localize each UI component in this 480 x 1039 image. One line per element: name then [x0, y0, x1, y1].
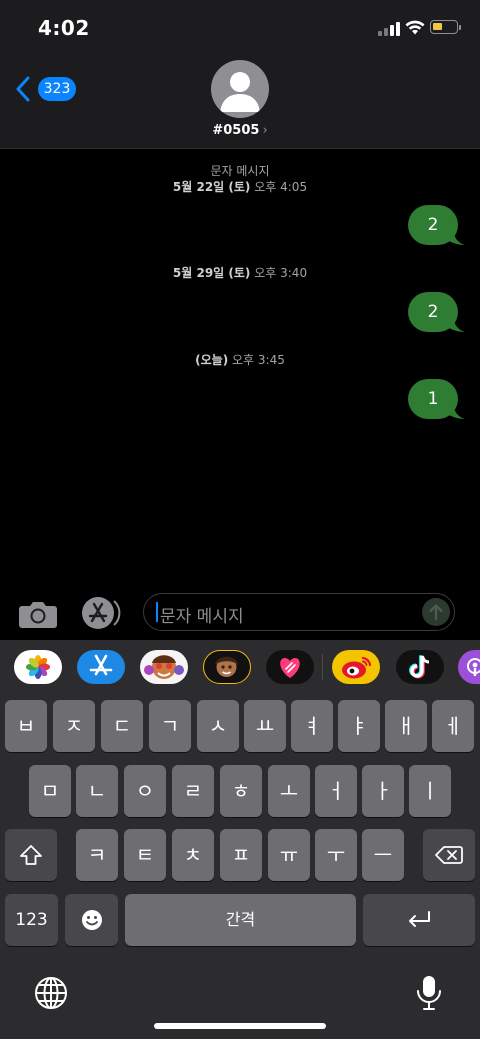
message-input-placeholder: 문자 메시지 [160, 607, 244, 627]
key-row3-7[interactable]: ㅡ [362, 829, 404, 881]
key-row2-8[interactable]: ㅏ [362, 765, 404, 817]
key-row2-5[interactable]: ㅎ [220, 765, 262, 817]
key-row2-2[interactable]: ㄴ [76, 765, 118, 817]
globe-icon[interactable] [34, 976, 68, 1010]
contact-name[interactable]: #0505 › [0, 123, 480, 138]
delete-key[interactable] [423, 829, 475, 881]
key-row1-3[interactable]: ㄷ [101, 700, 143, 752]
key-row1-1[interactable]: ㅂ [5, 700, 47, 752]
status-time: 4:02 [38, 16, 90, 40]
key-row1-6[interactable]: ㅛ [244, 700, 286, 752]
podcasts-icon[interactable] [458, 650, 480, 684]
memoji-stickers-icon[interactable] [140, 650, 188, 684]
key-row2-3[interactable]: ㅇ [124, 765, 166, 817]
contact-avatar[interactable] [211, 60, 269, 118]
status-bar: 4:02 [0, 0, 480, 56]
timestamp: 5월 29일 (토) 오후 3:40 [172, 266, 308, 280]
key-row3-5[interactable]: ㅠ [268, 829, 310, 881]
key-row1-4[interactable]: ㄱ [149, 700, 191, 752]
key-row3-4[interactable]: ㅍ [220, 829, 262, 881]
cellular-signal-icon [378, 20, 400, 36]
unread-count-badge: 323 [38, 77, 76, 101]
key-row2-4[interactable]: ㄹ [172, 765, 214, 817]
key-row1-8[interactable]: ㅑ [338, 700, 380, 752]
text-caret [156, 602, 158, 622]
key-row3-1[interactable]: ㅋ [76, 829, 118, 881]
memoji-icon[interactable] [203, 650, 251, 684]
photos-icon[interactable] [14, 650, 62, 684]
sent-message-bubble[interactable]: 2 [408, 205, 465, 245]
timestamp: (오늘) 오후 3:45 [195, 353, 285, 367]
timestamp: 5월 22일 (토) 오후 4:05 [172, 180, 308, 194]
chevron-left-icon [16, 76, 30, 102]
emoji-icon [81, 910, 102, 930]
key-row3-6[interactable]: ㅜ [315, 829, 357, 881]
back-button[interactable]: 323 [16, 74, 80, 106]
return-key[interactable] [363, 894, 475, 946]
numbers-key[interactable]: 123 [5, 894, 58, 946]
weibo-icon[interactable] [332, 650, 380, 684]
return-icon [409, 911, 430, 927]
tiktok-icon[interactable] [396, 650, 444, 684]
key-row2-6[interactable]: ㅗ [268, 765, 310, 817]
service-label: 문자 메시지 [210, 164, 270, 178]
chevron-right-icon: › [262, 123, 268, 138]
message-list[interactable]: 문자 메시지 5월 22일 (토) 오후 4:05 2 5월 29일 (토) 오… [0, 149, 480, 589]
home-indicator[interactable] [154, 1023, 326, 1029]
key-row1-7[interactable]: ㅕ [291, 700, 333, 752]
sent-message-bubble[interactable]: 2 [408, 292, 465, 332]
app-store-icon[interactable] [77, 650, 125, 684]
key-row2-7[interactable]: ㅓ [315, 765, 357, 817]
digital-touch-icon[interactable] [266, 650, 314, 684]
korean-keyboard: ㅂ ㅈ ㄷ ㄱ ㅅ ㅛ ㅕ ㅑ ㅐ ㅔ ㅁ ㄴ ㅇ ㄹ ㅎ ㅗ ㅓ ㅏ ㅣ ㅋ … [0, 696, 480, 1039]
key-row3-2[interactable]: ㅌ [124, 829, 166, 881]
key-row1-10[interactable]: ㅔ [432, 700, 474, 752]
microphone-icon[interactable] [414, 974, 444, 1012]
key-row2-9[interactable]: ㅣ [409, 765, 451, 817]
app-store-icon[interactable] [80, 596, 122, 630]
key-row1-2[interactable]: ㅈ [53, 700, 95, 752]
emoji-key[interactable] [65, 894, 118, 946]
person-silhouette-icon [220, 72, 260, 112]
key-row1-9[interactable]: ㅐ [385, 700, 427, 752]
drawer-divider [322, 654, 323, 680]
wifi-icon [405, 20, 425, 35]
send-arrow-icon[interactable] [422, 598, 450, 626]
imessage-app-drawer[interactable] [0, 640, 480, 696]
space-key[interactable]: 간격 [125, 894, 356, 946]
battery-icon [430, 20, 461, 34]
shift-icon [20, 845, 42, 865]
message-input[interactable]: 문자 메시지 [143, 593, 455, 631]
sent-message-bubble[interactable]: 1 [408, 379, 465, 419]
key-row3-3[interactable]: ㅊ [172, 829, 214, 881]
key-row2-1[interactable]: ㅁ [29, 765, 71, 817]
compose-bar: 문자 메시지 [0, 589, 480, 639]
backspace-icon [435, 846, 463, 864]
shift-key[interactable] [5, 829, 57, 881]
key-row1-5[interactable]: ㅅ [197, 700, 239, 752]
camera-icon[interactable] [18, 599, 58, 629]
conversation-header: 323 #0505 › [0, 56, 480, 149]
